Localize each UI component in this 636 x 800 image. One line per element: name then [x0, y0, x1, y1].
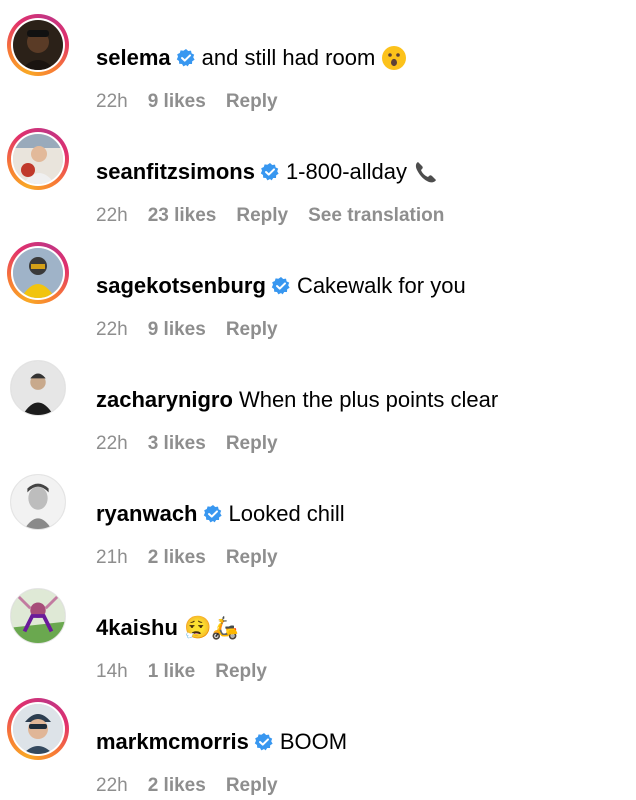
likes-count[interactable]: 3 likes: [148, 432, 206, 456]
comment-text: When the plus points clear: [238, 387, 499, 412]
reply-button[interactable]: Reply: [226, 432, 278, 456]
comment-time: 21h: [96, 547, 128, 568]
comment-text: and still had room: [201, 45, 376, 70]
surprised-face-emoji: [381, 45, 407, 71]
verified-badge-icon: [176, 48, 196, 68]
reply-button[interactable]: Reply: [226, 318, 278, 342]
comment-item: seanfitzsimons 1-800-allday 22h 23 likes…: [0, 128, 636, 228]
reply-button[interactable]: Reply: [236, 204, 288, 228]
comment-line: sagekotsenburg Cakewalk for you: [96, 272, 466, 300]
comments-list: selema and still had room 22h 9 likes Re…: [0, 0, 636, 800]
comment-item: zacharynigro When the plus points clear …: [0, 356, 636, 456]
avatar-story-ring[interactable]: [7, 698, 69, 760]
comment-text: 😮‍💨🛵: [183, 615, 239, 640]
avatar-story-ring[interactable]: [7, 14, 69, 76]
reply-button[interactable]: Reply: [226, 90, 278, 114]
avatar-wrap[interactable]: [10, 588, 66, 644]
avatar-wrap[interactable]: [10, 474, 66, 530]
verified-badge-icon: [271, 276, 291, 296]
reply-button[interactable]: Reply: [215, 660, 267, 684]
comment-item: selema and still had room 22h 9 likes Re…: [0, 14, 636, 114]
comment-meta: 21h 2 likes Reply: [96, 546, 298, 570]
telephone-receiver-emoji: [413, 159, 439, 185]
avatar[interactable]: [13, 134, 63, 184]
comment-item: 4kaishu 😮‍💨🛵 14h 1 like Reply: [0, 584, 636, 684]
comment-line: 4kaishu 😮‍💨🛵: [96, 614, 239, 642]
comment-line: markmcmorris BOOM: [96, 728, 347, 756]
avatar-story-ring[interactable]: [7, 128, 69, 190]
see-translation-button[interactable]: See translation: [308, 204, 444, 228]
comment-text: Cakewalk for you: [296, 273, 466, 298]
avatar-wrap[interactable]: [10, 360, 66, 416]
username[interactable]: ryanwach: [96, 500, 198, 528]
avatar[interactable]: [13, 248, 63, 298]
verified-badge-icon: [203, 504, 223, 524]
likes-count[interactable]: 2 likes: [148, 774, 206, 798]
likes-count[interactable]: 9 likes: [148, 318, 206, 342]
comment-text: 1-800-allday: [285, 159, 408, 184]
avatar[interactable]: [10, 360, 66, 416]
likes-count[interactable]: 1 like: [148, 660, 196, 684]
avatar[interactable]: [10, 588, 66, 644]
username[interactable]: 4kaishu: [96, 614, 178, 642]
comment-time: 22h: [96, 205, 128, 226]
comment-time: 22h: [96, 91, 128, 112]
comment-time: 22h: [96, 319, 128, 340]
verified-badge-icon: [260, 162, 280, 182]
likes-count[interactable]: 2 likes: [148, 546, 206, 570]
comment-meta: 22h 3 likes Reply: [96, 432, 298, 456]
verified-badge-icon: [254, 732, 274, 752]
likes-count[interactable]: 9 likes: [148, 90, 206, 114]
comment-line: selema and still had room: [96, 44, 407, 72]
comment-time: 22h: [96, 433, 128, 454]
comment-line: zacharynigro When the plus points clear: [96, 386, 498, 414]
username[interactable]: seanfitzsimons: [96, 158, 255, 186]
reply-button[interactable]: Reply: [226, 546, 278, 570]
comment-line: ryanwach Looked chill: [96, 500, 345, 528]
username[interactable]: sagekotsenburg: [96, 272, 266, 300]
comment-meta: 22h 9 likes Reply: [96, 90, 298, 114]
comment-item: markmcmorris BOOM 22h 2 likes Reply: [0, 698, 636, 798]
username[interactable]: zacharynigro: [96, 386, 233, 414]
comment-meta: 22h 2 likes Reply: [96, 774, 298, 798]
avatar[interactable]: [13, 704, 63, 754]
comment-meta: 22h 9 likes Reply: [96, 318, 298, 342]
comment-time: 22h: [96, 775, 128, 796]
username[interactable]: markmcmorris: [96, 728, 249, 756]
comment-time: 14h: [96, 661, 128, 682]
comment-item: sagekotsenburg Cakewalk for you 22h 9 li…: [0, 242, 636, 342]
comment-item: ryanwach Looked chill 21h 2 likes Reply: [0, 470, 636, 570]
comment-line: seanfitzsimons 1-800-allday: [96, 158, 439, 186]
avatar-story-ring[interactable]: [7, 242, 69, 304]
reply-button[interactable]: Reply: [226, 774, 278, 798]
comment-meta: 22h 23 likes Reply See translation: [96, 204, 464, 228]
comment-text: BOOM: [279, 729, 348, 754]
username[interactable]: selema: [96, 44, 171, 72]
likes-count[interactable]: 23 likes: [148, 204, 217, 228]
comment-meta: 14h 1 like Reply: [96, 660, 287, 684]
comment-text: Looked chill: [228, 501, 345, 526]
avatar[interactable]: [13, 20, 63, 70]
avatar[interactable]: [10, 474, 66, 530]
